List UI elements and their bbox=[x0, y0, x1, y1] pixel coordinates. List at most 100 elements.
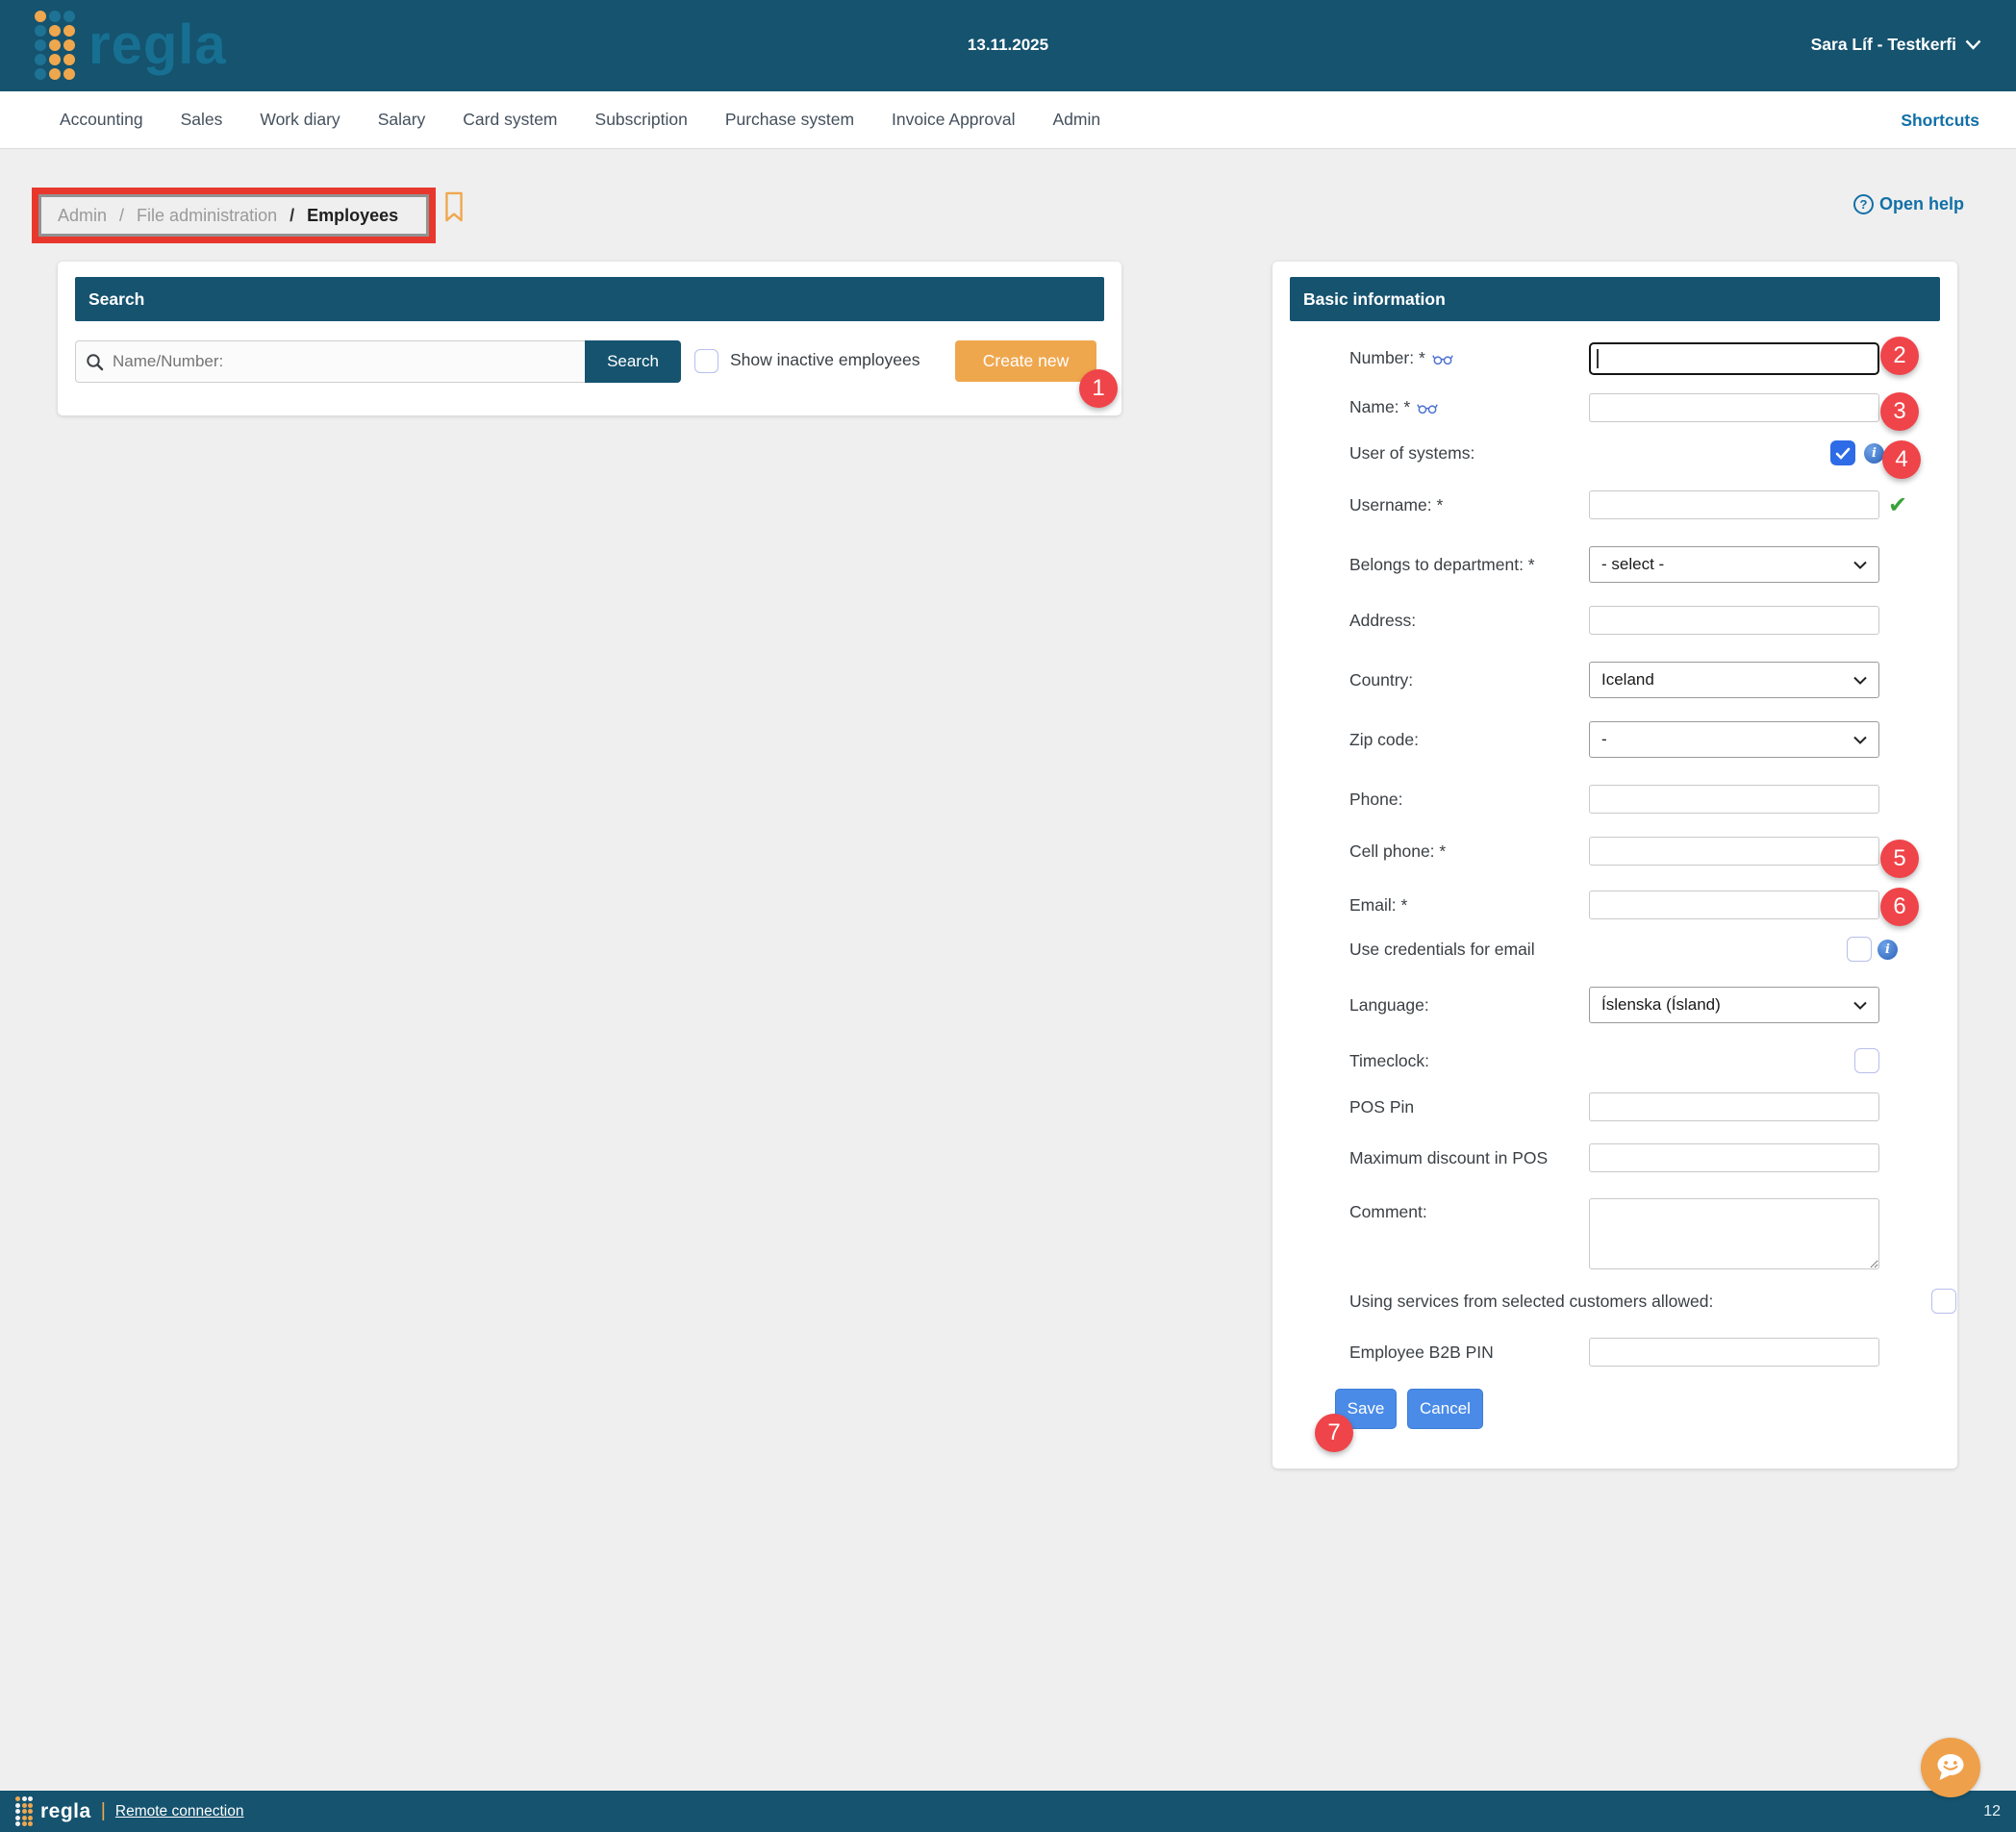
search-input[interactable] bbox=[75, 340, 585, 383]
chevron-down-icon bbox=[1853, 1001, 1867, 1010]
chevron-down-icon bbox=[1853, 736, 1867, 744]
form-row-name: Name: * bbox=[1349, 393, 1927, 422]
breadcrumb-annotation-box: Admin / File administration / Employees bbox=[32, 188, 436, 243]
form-actions: Save Cancel bbox=[1273, 1389, 1957, 1429]
show-inactive-checkbox[interactable] bbox=[694, 349, 718, 373]
chevron-down-icon bbox=[1853, 676, 1867, 685]
department-select[interactable]: - select - bbox=[1589, 546, 1879, 583]
form-row-user-of-systems: User of systems: i bbox=[1349, 440, 1927, 465]
regla-logo-dots-icon bbox=[35, 11, 75, 80]
annotation-badge-6: 6 bbox=[1880, 888, 1919, 926]
number-input[interactable] bbox=[1589, 342, 1879, 375]
info-icon[interactable]: i bbox=[1877, 940, 1898, 960]
form-row-username: Username: * ✔ bbox=[1349, 490, 1927, 519]
address-input[interactable] bbox=[1589, 606, 1879, 635]
nav-item-card-system[interactable]: Card system bbox=[463, 110, 557, 130]
form-row-cell-phone: Cell phone: * bbox=[1349, 837, 1927, 866]
info-icon[interactable]: i bbox=[1864, 443, 1884, 464]
form-row-timeclock: Timeclock: bbox=[1349, 1048, 1927, 1073]
search-icon bbox=[86, 353, 104, 376]
chat-support-button[interactable] bbox=[1921, 1738, 1980, 1797]
b2b-pin-label: Employee B2B PIN bbox=[1349, 1343, 1589, 1363]
search-row: Search Show inactive employees Create ne… bbox=[75, 339, 1104, 384]
form-row-country: Country: Iceland bbox=[1349, 662, 1927, 698]
cancel-button[interactable]: Cancel bbox=[1407, 1389, 1483, 1429]
nav-item-work-diary[interactable]: Work diary bbox=[260, 110, 340, 130]
cell-phone-label: Cell phone: * bbox=[1349, 841, 1589, 862]
language-select[interactable]: Íslenska (Ísland) bbox=[1589, 987, 1879, 1023]
cell-phone-input[interactable] bbox=[1589, 837, 1879, 866]
timeclock-label: Timeclock: bbox=[1349, 1051, 1589, 1071]
form-row-zip: Zip code: - bbox=[1349, 721, 1927, 758]
number-label: Number: * bbox=[1349, 348, 1589, 370]
timeclock-checkbox[interactable] bbox=[1854, 1048, 1879, 1073]
open-help-link[interactable]: ? Open help bbox=[1853, 194, 1964, 214]
form-row-comment: Comment: bbox=[1349, 1198, 1927, 1269]
address-label: Address: bbox=[1349, 611, 1589, 631]
nav-item-accounting[interactable]: Accounting bbox=[60, 110, 143, 130]
basic-information-header: Basic information bbox=[1290, 277, 1940, 321]
name-input[interactable] bbox=[1589, 393, 1879, 422]
email-label: Email: * bbox=[1349, 895, 1589, 916]
regla-logo[interactable]: regla bbox=[35, 11, 227, 80]
main-nav: Accounting Sales Work diary Salary Card … bbox=[0, 91, 2016, 149]
form-row-phone: Phone: bbox=[1349, 785, 1927, 814]
basic-information-panel: Basic information Number: * Name: * User… bbox=[1273, 262, 1957, 1468]
breadcrumb-admin[interactable]: Admin bbox=[58, 206, 107, 226]
comment-textarea[interactable] bbox=[1589, 1198, 1879, 1269]
pos-pin-input[interactable] bbox=[1589, 1092, 1879, 1121]
nav-item-purchase-system[interactable]: Purchase system bbox=[725, 110, 854, 130]
department-label: Belongs to department: * bbox=[1349, 555, 1589, 575]
country-label: Country: bbox=[1349, 670, 1589, 690]
breadcrumb-file-administration[interactable]: File administration bbox=[137, 206, 277, 226]
max-discount-input[interactable] bbox=[1589, 1143, 1879, 1172]
glasses-icon bbox=[1417, 399, 1438, 418]
comment-label: Comment: bbox=[1349, 1198, 1589, 1222]
page: regla 13.11.2025 Sara Líf - Testkerfi Ac… bbox=[0, 0, 2016, 1832]
annotation-badge-3: 3 bbox=[1880, 392, 1919, 431]
phone-input[interactable] bbox=[1589, 785, 1879, 814]
username-label: Username: * bbox=[1349, 495, 1589, 515]
top-header: regla 13.11.2025 Sara Líf - Testkerfi bbox=[0, 0, 2016, 91]
create-new-button[interactable]: Create new bbox=[955, 340, 1096, 382]
nav-item-invoice-approval[interactable]: Invoice Approval bbox=[892, 110, 1015, 130]
nav-item-subscription[interactable]: Subscription bbox=[595, 110, 688, 130]
footer-logo-text: regla bbox=[40, 1800, 91, 1823]
form-row-language: Language: Íslenska (Ísland) bbox=[1349, 987, 1927, 1023]
zip-select[interactable]: - bbox=[1589, 721, 1879, 758]
annotation-badge-4: 4 bbox=[1882, 440, 1921, 479]
current-date: 13.11.2025 bbox=[968, 36, 1048, 55]
search-button[interactable]: Search bbox=[585, 340, 681, 383]
nav-item-sales[interactable]: Sales bbox=[181, 110, 223, 130]
b2b-pin-input[interactable] bbox=[1589, 1338, 1879, 1367]
nav-item-salary[interactable]: Salary bbox=[378, 110, 426, 130]
zip-label: Zip code: bbox=[1349, 730, 1589, 750]
shortcuts-link[interactable]: Shortcuts bbox=[1901, 91, 1979, 149]
form-row-address: Address: bbox=[1349, 606, 1927, 635]
form-row-b2b-pin: Employee B2B PIN bbox=[1349, 1338, 1927, 1367]
nav-item-admin[interactable]: Admin bbox=[1052, 110, 1100, 130]
remote-connection-link[interactable]: Remote connection bbox=[115, 1803, 244, 1820]
annotation-badge-7: 7 bbox=[1315, 1414, 1353, 1452]
user-of-systems-checkbox[interactable] bbox=[1830, 440, 1855, 465]
question-mark-icon: ? bbox=[1853, 194, 1874, 214]
country-select[interactable]: Iceland bbox=[1589, 662, 1879, 698]
user-of-systems-label: User of systems: bbox=[1349, 443, 1589, 464]
email-input[interactable] bbox=[1589, 891, 1879, 919]
form-row-max-discount: Maximum discount in POS bbox=[1349, 1143, 1927, 1172]
form-row-email: Email: * bbox=[1349, 891, 1927, 919]
form-row-use-credentials: Use credentials for email i bbox=[1349, 937, 1927, 962]
bookmark-icon[interactable] bbox=[441, 190, 466, 228]
annotation-badge-5: 5 bbox=[1880, 840, 1919, 878]
phone-label: Phone: bbox=[1349, 790, 1589, 810]
use-credentials-label: Use credentials for email bbox=[1349, 940, 1589, 960]
username-input[interactable] bbox=[1589, 490, 1879, 519]
search-panel-header: Search bbox=[75, 277, 1104, 321]
chevron-down-icon bbox=[1853, 561, 1867, 569]
user-menu[interactable]: Sara Líf - Testkerfi bbox=[1811, 35, 1981, 55]
search-panel: Search Search Show inactive employees Cr… bbox=[58, 262, 1121, 415]
services-allowed-checkbox[interactable] bbox=[1931, 1289, 1956, 1314]
use-credentials-checkbox[interactable] bbox=[1847, 937, 1872, 962]
footer-bar: regla | Remote connection 12 bbox=[0, 1791, 2016, 1832]
breadcrumb-separator: / bbox=[119, 206, 124, 226]
